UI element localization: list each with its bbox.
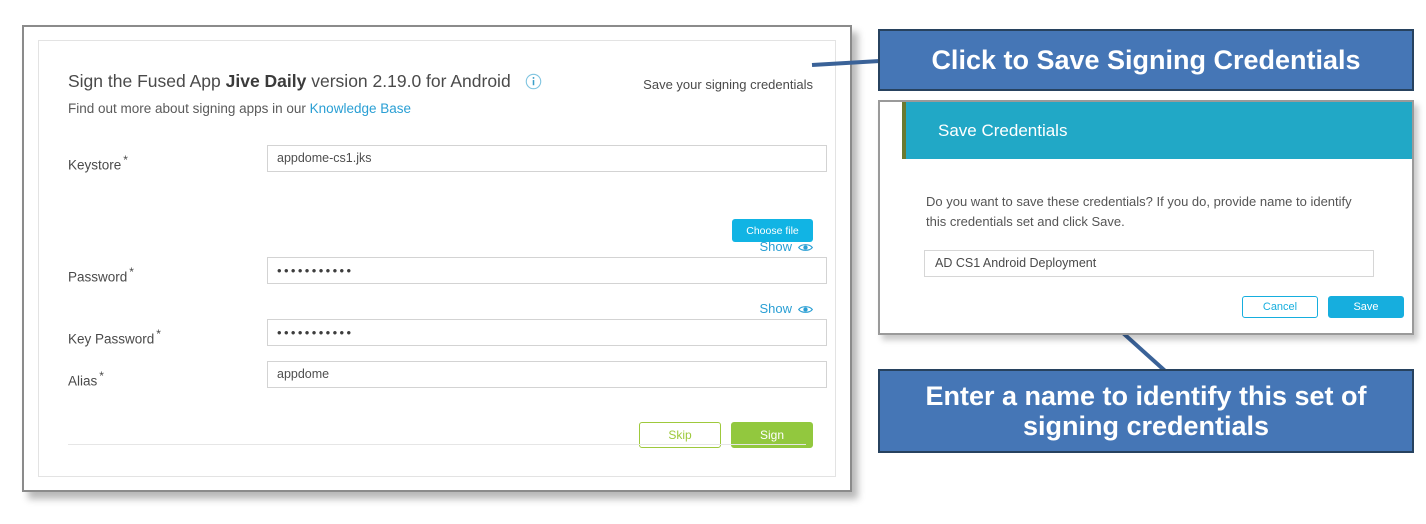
keystore-input[interactable]: appdome-cs1.jks bbox=[267, 145, 827, 172]
callout-bottom: Enter a name to identify this set of sig… bbox=[878, 369, 1414, 453]
page-title-app-name: Jive Daily bbox=[225, 71, 307, 91]
alias-required-marker: * bbox=[99, 369, 104, 383]
save-signing-credentials-link[interactable]: Save your signing credentials bbox=[643, 77, 813, 92]
dialog-header: Save Credentials bbox=[906, 102, 1412, 159]
save-credentials-dialog: Save Credentials Do you want to save the… bbox=[878, 100, 1414, 335]
info-icon[interactable] bbox=[525, 73, 542, 90]
alias-input[interactable]: appdome bbox=[267, 361, 827, 388]
eye-icon bbox=[798, 303, 813, 314]
password-show-label: Show bbox=[759, 239, 792, 254]
key-password-show-toggle[interactable]: Show bbox=[759, 301, 813, 316]
page-title-prefix: Sign the Fused App bbox=[68, 71, 221, 91]
password-input[interactable]: ••••••••••• bbox=[267, 257, 827, 284]
page-title: Sign the Fused App Jive Daily version 2.… bbox=[68, 71, 542, 92]
dialog-title: Save Credentials bbox=[938, 120, 1068, 140]
keystore-label-text: Keystore bbox=[68, 157, 122, 173]
key-password-show-label: Show bbox=[759, 301, 792, 316]
key-password-required-marker: * bbox=[156, 327, 161, 341]
cancel-button[interactable]: Cancel bbox=[1242, 296, 1318, 318]
keystore-required-marker: * bbox=[123, 153, 128, 167]
dialog-body-text: Do you want to save these credentials? I… bbox=[926, 194, 1352, 230]
eye-icon bbox=[798, 241, 813, 252]
password-show-toggle[interactable]: Show bbox=[759, 239, 813, 254]
alias-label-text: Alias bbox=[68, 373, 98, 389]
page-subtitle-text: Find out more about signing apps in our bbox=[68, 101, 306, 116]
save-button[interactable]: Save bbox=[1328, 296, 1404, 318]
password-label-text: Password bbox=[68, 269, 128, 285]
key-password-label: Key Password * bbox=[68, 327, 161, 347]
knowledge-base-link[interactable]: Knowledge Base bbox=[310, 101, 411, 116]
alias-label: Alias * bbox=[68, 369, 104, 389]
page-title-suffix: version 2.19.0 for Android bbox=[311, 71, 511, 91]
page-subtitle: Find out more about signing apps in our … bbox=[68, 101, 411, 116]
app-window: Sign the Fused App Jive Daily version 2.… bbox=[22, 25, 852, 492]
keystore-label: Keystore * bbox=[68, 153, 128, 173]
credentials-name-input[interactable]: AD CS1 Android Deployment bbox=[924, 250, 1374, 277]
signing-form-card: Sign the Fused App Jive Daily version 2.… bbox=[38, 40, 836, 477]
password-label: Password * bbox=[68, 265, 134, 285]
key-password-label-text: Key Password bbox=[68, 331, 155, 347]
callout-top: Click to Save Signing Credentials bbox=[878, 29, 1414, 91]
key-password-input[interactable]: ••••••••••• bbox=[267, 319, 827, 346]
password-required-marker: * bbox=[129, 265, 134, 279]
form-divider bbox=[68, 444, 806, 445]
